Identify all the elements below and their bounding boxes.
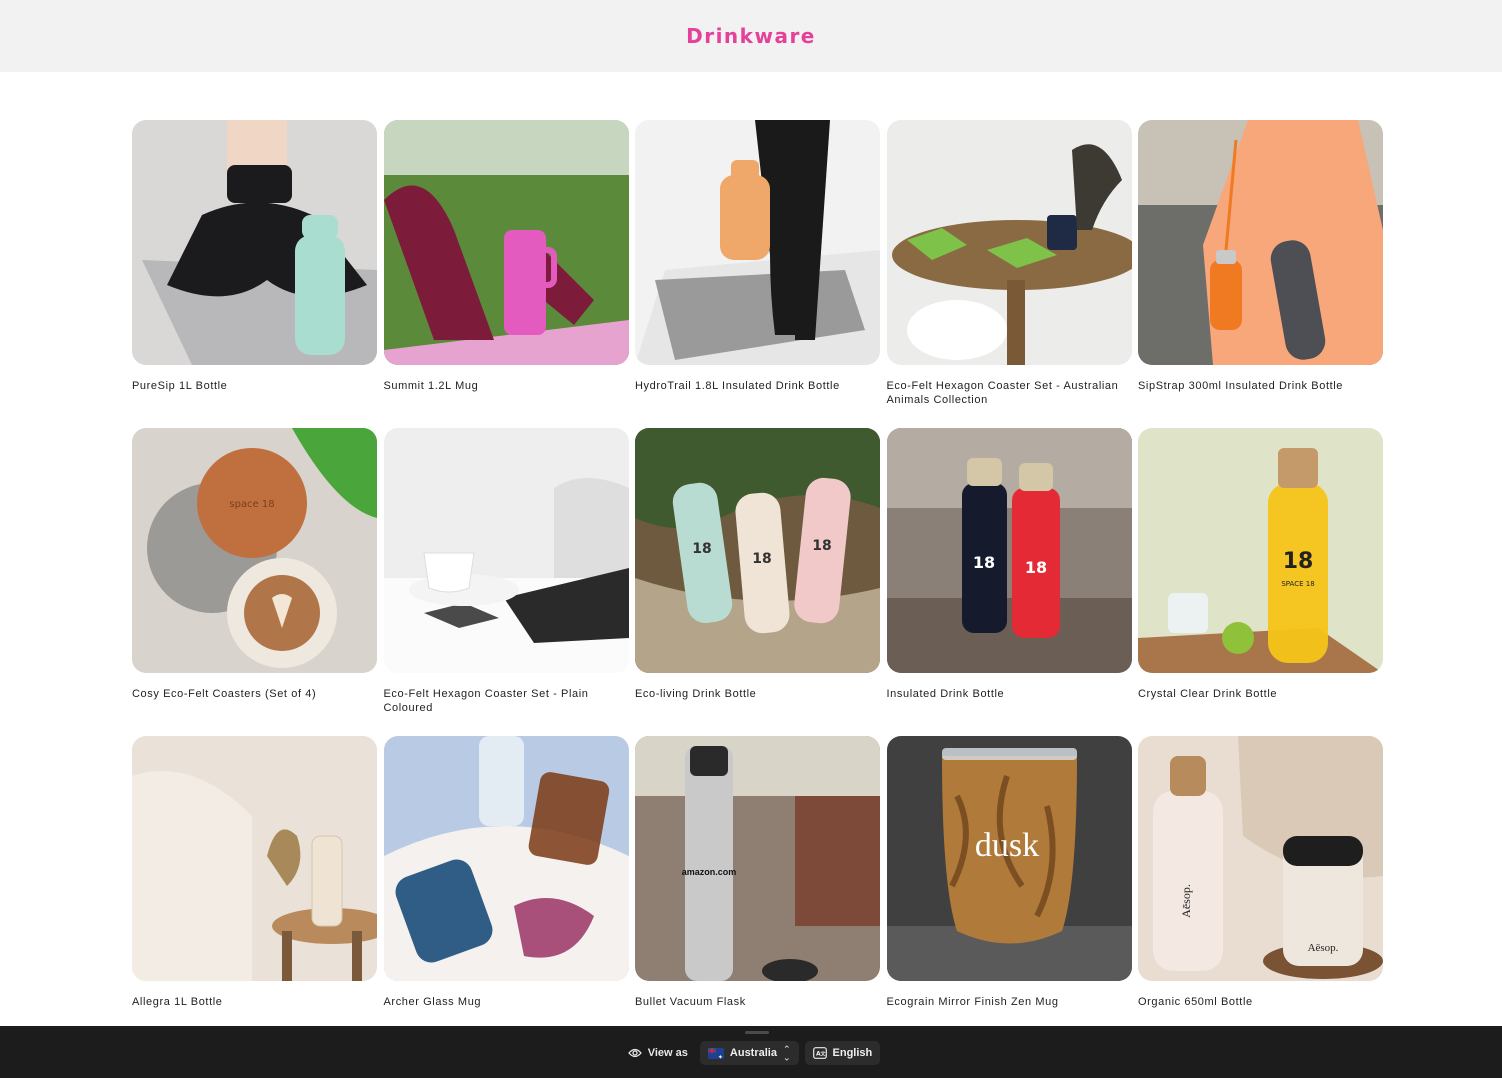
image-text: 18 bbox=[812, 538, 831, 554]
product-title[interactable]: Ecograin Mirror Finish Zen Mug bbox=[887, 995, 1132, 1009]
eye-icon bbox=[627, 1046, 642, 1060]
product-image[interactable]: 18 18 bbox=[886, 428, 1132, 673]
product-image[interactable] bbox=[383, 428, 629, 673]
view-as-label: View as bbox=[622, 1046, 694, 1060]
up-down-chevron-icon: ⌃ ⌃ bbox=[782, 1044, 791, 1063]
product-card[interactable]: SipStrap 300ml Insulated Drink Bottle bbox=[1138, 120, 1383, 428]
product-title[interactable]: Insulated Drink Bottle bbox=[887, 687, 1132, 701]
product-card[interactable]: HydroTrail 1.8L Insulated Drink Bottle bbox=[635, 120, 880, 428]
product-image[interactable] bbox=[635, 120, 880, 365]
language-selector[interactable]: A文 English bbox=[804, 1041, 881, 1065]
toolbar-drag-handle[interactable] bbox=[745, 1031, 769, 1034]
country-label: Australia bbox=[729, 1047, 777, 1059]
product-image[interactable] bbox=[383, 120, 629, 365]
view-as-text: View as bbox=[647, 1047, 688, 1059]
product-title[interactable]: Bullet Vacuum Flask bbox=[635, 995, 880, 1009]
product-image[interactable]: Aēsop. Aēsop. bbox=[1138, 736, 1383, 981]
product-card[interactable]: 18 18 18 Eco-living Drink Bottle bbox=[635, 428, 880, 736]
product-card[interactable]: Archer Glass Mug bbox=[383, 736, 629, 1044]
page-header: Drinkware bbox=[0, 0, 1502, 72]
page-title: Drinkware bbox=[686, 24, 816, 48]
product-title[interactable]: Crystal Clear Drink Bottle bbox=[1138, 687, 1383, 701]
product-card[interactable]: amazon.com Bullet Vacuum Flask bbox=[635, 736, 880, 1044]
product-image[interactable]: amazon.com bbox=[635, 736, 880, 981]
image-text: 18 bbox=[692, 541, 711, 557]
product-image[interactable]: 18 SPACE 18 bbox=[1138, 428, 1383, 673]
image-text: dusk bbox=[974, 827, 1038, 864]
product-title[interactable]: HydroTrail 1.8L Insulated Drink Bottle bbox=[635, 379, 880, 393]
image-text: Aēsop. bbox=[1179, 884, 1193, 918]
product-image[interactable]: 18 18 18 bbox=[635, 428, 880, 673]
product-card[interactable]: Aēsop. Aēsop. Organic 650ml Bottle bbox=[1138, 736, 1383, 1044]
preview-toolbar: View as Australia ⌃⌃ A文 English bbox=[0, 1026, 1502, 1078]
product-card[interactable]: space 18 Cosy Eco-Felt Coasters (Set of 4… bbox=[132, 428, 377, 736]
product-image[interactable]: dusk bbox=[886, 736, 1132, 981]
product-card[interactable]: 18 SPACE 18 Crystal Clear Drink Bottle bbox=[1138, 428, 1383, 736]
product-title[interactable]: Eco-Felt Hexagon Coaster Set - Plain Col… bbox=[384, 687, 629, 715]
image-text: 18 bbox=[972, 553, 994, 572]
image-text: space 18 bbox=[229, 499, 274, 510]
product-title[interactable]: Archer Glass Mug bbox=[384, 995, 629, 1009]
image-text: Aēsop. bbox=[1308, 942, 1339, 954]
product-title[interactable]: SipStrap 300ml Insulated Drink Bottle bbox=[1138, 379, 1383, 393]
product-title[interactable]: Organic 650ml Bottle bbox=[1138, 995, 1383, 1009]
product-grid: PureSip 1L Bottle Summit 1.2L Mug HydroT… bbox=[132, 120, 1383, 1044]
product-image[interactable] bbox=[132, 120, 377, 365]
image-text: SPACE 18 bbox=[1281, 580, 1314, 588]
image-text: 18 bbox=[1024, 558, 1046, 577]
australia-flag-icon bbox=[707, 1047, 724, 1059]
product-card[interactable]: Summit 1.2L Mug bbox=[383, 120, 629, 428]
product-card[interactable]: PureSip 1L Bottle bbox=[132, 120, 377, 428]
product-title[interactable]: Cosy Eco-Felt Coasters (Set of 4) bbox=[132, 687, 377, 701]
image-text: 18 bbox=[1283, 549, 1314, 574]
product-image[interactable] bbox=[1138, 120, 1383, 365]
translate-icon: A文 bbox=[812, 1046, 827, 1060]
product-card[interactable]: Eco-Felt Hexagon Coaster Set - Plain Col… bbox=[383, 428, 629, 736]
product-image[interactable] bbox=[132, 736, 377, 981]
product-card[interactable]: 18 18 Insulated Drink Bottle bbox=[886, 428, 1132, 736]
product-title[interactable]: Summit 1.2L Mug bbox=[384, 379, 629, 393]
country-selector[interactable]: Australia ⌃⌃ bbox=[699, 1041, 799, 1065]
product-card[interactable]: dusk Ecograin Mirror Finish Zen Mug bbox=[886, 736, 1132, 1044]
product-card[interactable]: Eco-Felt Hexagon Coaster Set - Australia… bbox=[886, 120, 1132, 428]
svg-text:文: 文 bbox=[820, 1051, 826, 1058]
image-text: 18 bbox=[752, 551, 771, 567]
product-card[interactable]: Allegra 1L Bottle bbox=[132, 736, 377, 1044]
product-title[interactable]: Allegra 1L Bottle bbox=[132, 995, 377, 1009]
product-image[interactable] bbox=[886, 120, 1132, 365]
product-image[interactable] bbox=[383, 736, 629, 981]
image-text: amazon.com bbox=[682, 867, 737, 877]
language-label: English bbox=[832, 1047, 873, 1059]
product-title[interactable]: Eco-Felt Hexagon Coaster Set - Australia… bbox=[887, 379, 1132, 407]
product-title[interactable]: PureSip 1L Bottle bbox=[132, 379, 377, 393]
product-image[interactable]: space 18 bbox=[132, 428, 377, 673]
product-title[interactable]: Eco-living Drink Bottle bbox=[635, 687, 880, 701]
